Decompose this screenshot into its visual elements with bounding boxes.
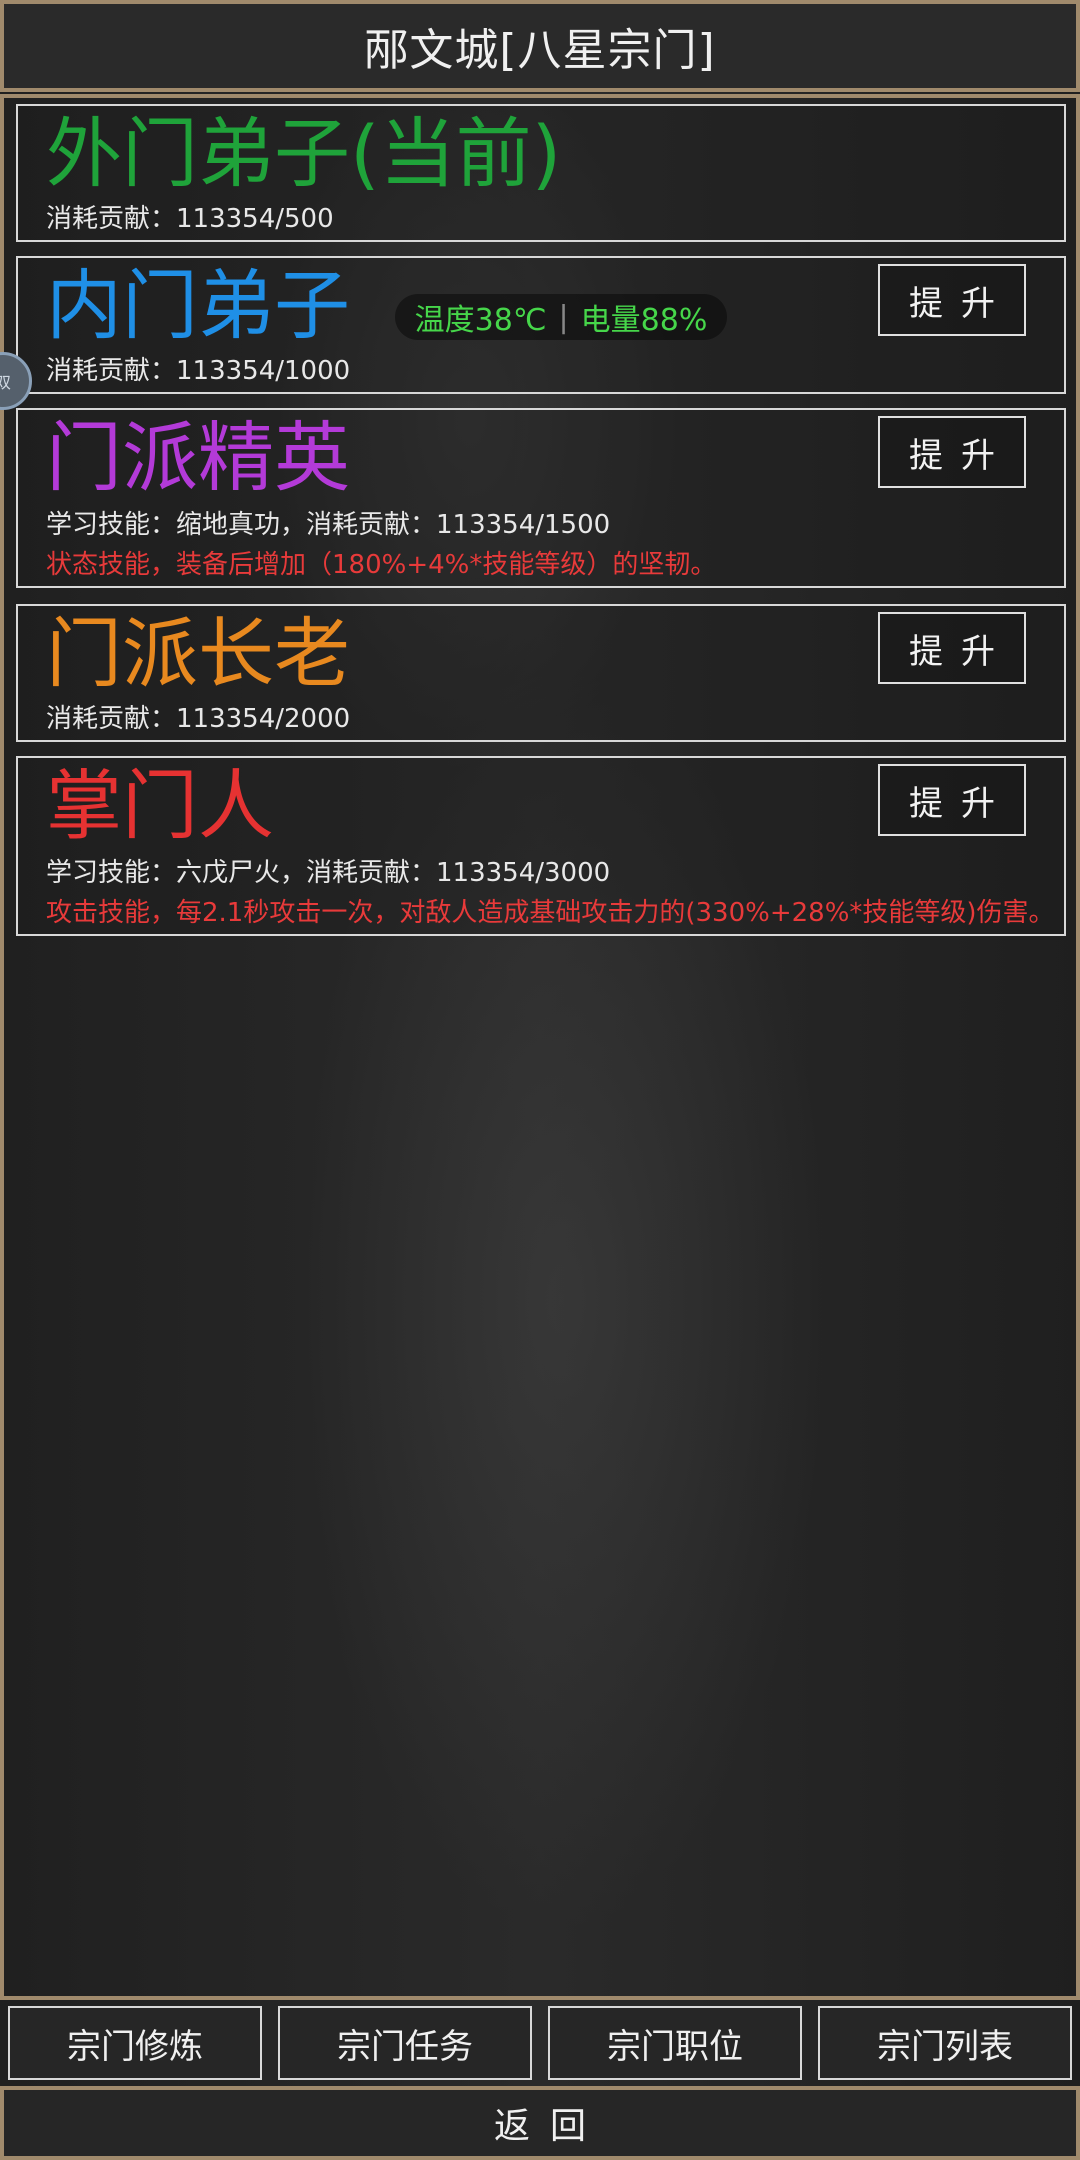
rank-card-elite: 门派精英 学习技能：缩地真功，消耗贡献：113354/1500 状态技能，装备后… <box>16 408 1066 588</box>
promote-button[interactable]: 提升 <box>878 612 1026 684</box>
page-title: 邴文城[八星宗门] <box>364 25 716 76</box>
rank-card-elder: 门派长老 消耗贡献：113354/2000 提升 <box>16 604 1066 742</box>
floating-ball-label: 双 <box>0 369 11 393</box>
promote-button[interactable]: 提升 <box>878 764 1026 836</box>
back-button[interactable]: 返回 <box>0 2086 1080 2160</box>
device-status-overlay: 温度38℃ | 电量88% <box>395 294 727 340</box>
rank-skill-cost: 学习技能：缩地真功，消耗贡献：113354/1500 <box>46 510 611 540</box>
promote-button[interactable]: 提升 <box>878 416 1026 488</box>
rank-card-sect-leader: 掌门人 学习技能：六戊尸火，消耗贡献：113354/3000 攻击技能，每2.1… <box>16 756 1066 936</box>
battery-text: 电量88% <box>580 303 708 338</box>
rank-card-outer-disciple: 外门弟子(当前) 消耗贡献：113354/500 <box>16 104 1066 242</box>
tab-sect-list[interactable]: 宗门列表 <box>818 2006 1072 2080</box>
rank-title: 内门弟子 <box>46 261 350 350</box>
rank-cost: 消耗贡献：113354/1000 <box>46 356 351 386</box>
status-separator: | <box>558 299 569 335</box>
rank-cost: 消耗贡献：113354/500 <box>46 204 334 234</box>
rank-title: 门派精英 <box>46 413 350 502</box>
rank-title: 外门弟子(当前) <box>46 109 562 198</box>
bottom-tab-bar: 宗门修炼 宗门任务 宗门职位 宗门列表 <box>0 2000 1080 2088</box>
rank-skill-desc: 状态技能，装备后增加（180%+4%*技能等级）的坚韧。 <box>46 550 717 580</box>
rank-cost: 消耗贡献：113354/2000 <box>46 704 351 734</box>
rank-skill-desc: 攻击技能，每2.1秒攻击一次，对敌人造成基础攻击力的(330%+28%*技能等级… <box>46 898 1055 928</box>
tab-sect-positions[interactable]: 宗门职位 <box>548 2006 802 2080</box>
rank-skill-cost: 学习技能：六戊尸火，消耗贡献：113354/3000 <box>46 858 611 888</box>
title-bar: 邴文城[八星宗门] <box>0 0 1080 92</box>
tab-sect-tasks[interactable]: 宗门任务 <box>278 2006 532 2080</box>
tab-sect-training[interactable]: 宗门修炼 <box>8 2006 262 2080</box>
temperature-text: 温度38℃ <box>414 303 547 338</box>
rank-title: 掌门人 <box>46 761 274 850</box>
rank-title: 门派长老 <box>46 609 350 698</box>
promote-button[interactable]: 提升 <box>878 264 1026 336</box>
